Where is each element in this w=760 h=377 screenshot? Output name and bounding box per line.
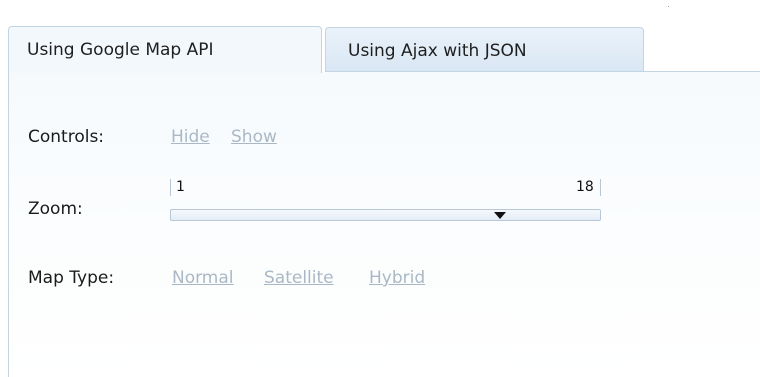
zoom-label: Zoom: <box>28 199 83 219</box>
tab-ajax-json[interactable]: Using Ajax with JSON <box>325 27 644 72</box>
tab-label: Using Google Map API <box>27 40 214 60</box>
controls-show-link[interactable]: Show <box>231 127 277 147</box>
zoom-min-tick <box>170 179 171 196</box>
controls-label: Controls: <box>28 127 105 147</box>
zoom-max-label: 18 <box>576 179 594 195</box>
map-type-label: Map Type: <box>28 268 115 288</box>
zoom-slider-thumb[interactable] <box>493 212 506 219</box>
map-type-normal-link[interactable]: Normal <box>172 268 234 288</box>
tab-label: Using Ajax with JSON <box>348 41 527 61</box>
zoom-min-label: 1 <box>176 179 185 195</box>
map-type-hybrid-link[interactable]: Hybrid <box>369 268 425 288</box>
corner-dot <box>668 6 669 7</box>
map-type-satellite-link[interactable]: Satellite <box>264 268 334 288</box>
controls-hide-link[interactable]: Hide <box>171 127 210 147</box>
tab-strip: Using Google Map API Using Ajax with JSO… <box>8 26 760 73</box>
zoom-slider[interactable] <box>170 209 601 221</box>
tab-panel <box>8 72 760 377</box>
zoom-max-tick <box>600 179 601 196</box>
tab-google-map-api[interactable]: Using Google Map API <box>8 26 322 73</box>
page: Using Google Map API Using Ajax with JSO… <box>0 0 760 377</box>
